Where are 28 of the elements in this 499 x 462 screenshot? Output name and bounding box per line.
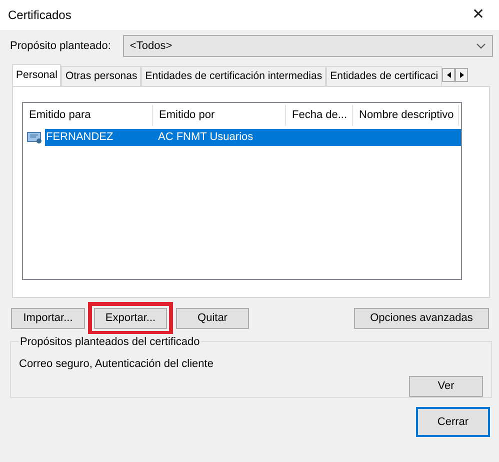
group-title: Propósitos planteados del certificado [19, 334, 201, 350]
tab[interactable]: Entidades de certificaci [326, 66, 442, 86]
tab[interactable]: Personal [12, 64, 62, 86]
column-header[interactable]: Emitido por [153, 105, 286, 126]
action-button[interactable]: Importar... [11, 308, 85, 329]
purpose-label: Propósito planteado: [10, 38, 111, 54]
action-button[interactable]: Exportar... [94, 308, 167, 329]
view-button[interactable]: Ver [409, 376, 483, 396]
table-cell: AC FNMT Usuarios [153, 129, 461, 146]
action-button[interactable]: Quitar [176, 308, 249, 329]
chevron-down-icon [476, 43, 486, 49]
close-button[interactable]: ✕ [466, 4, 491, 26]
advanced-options-button[interactable]: Opciones avanzadas [354, 308, 489, 329]
purposes-text: Correo seguro, Autenticación del cliente [19, 357, 214, 372]
column-header[interactable]: Fecha de... [286, 105, 353, 126]
tab[interactable]: Entidades de certificación intermedias [141, 66, 326, 86]
scroll-left-button[interactable] [442, 68, 456, 82]
column-header[interactable]: Nombre descriptivo [353, 105, 459, 126]
column-header[interactable]: Emitido para [23, 105, 153, 126]
window-title: Certificados [8, 7, 72, 24]
table-cell: FERNANDEZ [45, 129, 153, 146]
triangle-right-icon [458, 71, 465, 79]
triangle-left-icon [446, 71, 452, 79]
scroll-right-button[interactable] [455, 68, 468, 82]
purpose-dropdown[interactable]: <Todos> [122, 35, 493, 57]
certificate-icon [27, 130, 43, 144]
tab[interactable]: Otras personas [61, 66, 142, 86]
close-dialog-button[interactable]: Cerrar [416, 407, 490, 437]
